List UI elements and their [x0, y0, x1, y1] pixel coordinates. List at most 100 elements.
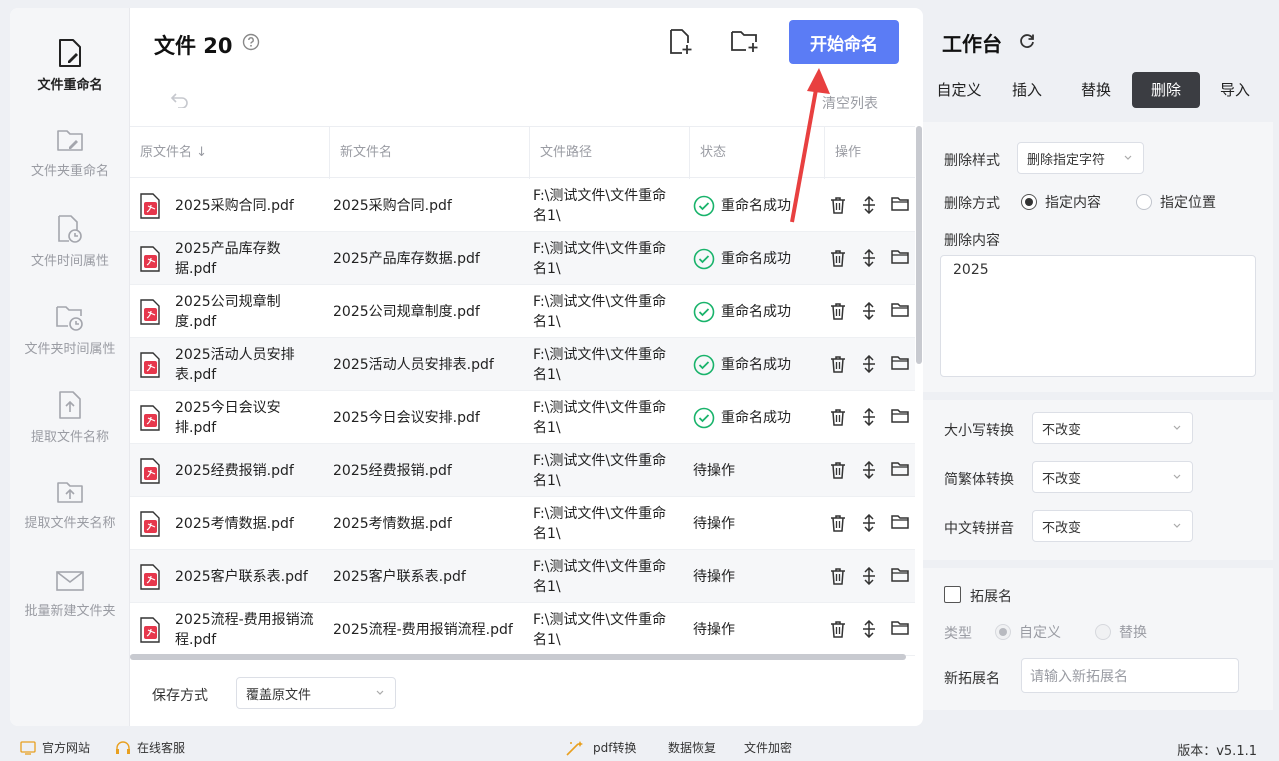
sidebar-item-extract-folder[interactable]: 提取文件夹名称 [10, 478, 130, 531]
open-folder-icon[interactable] [891, 620, 909, 640]
extension-checkbox[interactable] [944, 586, 961, 603]
delete-style-select[interactable]: 删除指定字符 [1017, 142, 1144, 174]
case-convert-value: 不改变 [1042, 422, 1082, 438]
tab-replace[interactable]: 替换 [1064, 72, 1128, 108]
table-row[interactable]: 2025客户联系表.pdf 2025客户联系表.pdf F:\测试文件\文件重命名1… [130, 550, 915, 603]
add-file-icon[interactable] [668, 28, 694, 56]
radio-type-custom[interactable]: 自定义 [995, 622, 1061, 642]
radio-label: 自定义 [1019, 625, 1061, 641]
open-folder-icon[interactable] [891, 514, 909, 534]
open-folder-icon[interactable] [891, 355, 909, 375]
delete-icon[interactable] [830, 620, 846, 642]
website-icon [20, 740, 36, 755]
move-icon[interactable] [861, 407, 877, 430]
add-folder-icon[interactable] [730, 28, 760, 54]
move-icon[interactable] [861, 195, 877, 218]
tab-delete[interactable]: 删除 [1132, 72, 1200, 108]
pdf-convert-link[interactable]: pdf转换 [565, 739, 636, 756]
refresh-icon[interactable] [1018, 32, 1036, 50]
chevron-down-icon [1124, 155, 1132, 160]
folder-time-icon [56, 306, 83, 331]
open-folder-icon[interactable] [891, 302, 909, 322]
extension-label: 拓展名 [970, 589, 1012, 605]
open-folder-icon[interactable] [891, 408, 909, 428]
move-icon[interactable] [861, 566, 877, 589]
sidebar-item-folder-rename[interactable]: 文件夹重命名 [10, 126, 130, 179]
website-link[interactable]: 官方网站 [20, 739, 90, 756]
open-folder-icon[interactable] [891, 461, 909, 481]
move-icon[interactable] [861, 301, 877, 324]
delete-icon[interactable] [830, 408, 846, 430]
new-filename: 2025公司规章制度.pdf [333, 303, 480, 320]
new-filename: 2025考情数据.pdf [333, 515, 452, 532]
pinyin-convert-select[interactable]: 不改变 [1032, 510, 1193, 542]
vertical-scrollbar[interactable] [916, 126, 922, 364]
original-filename: 2025考情数据.pdf [175, 515, 294, 532]
move-icon[interactable] [861, 354, 877, 377]
open-folder-icon[interactable] [891, 567, 909, 587]
data-recovery-link[interactable]: 数据恢复 [668, 739, 716, 756]
move-icon[interactable] [861, 513, 877, 536]
title-strip [0, 0, 1279, 8]
undo-icon[interactable] [170, 92, 190, 108]
file-encrypt-link[interactable]: 文件加密 [744, 739, 792, 756]
move-icon[interactable] [861, 248, 877, 271]
horizontal-scrollbar[interactable] [130, 654, 906, 660]
table-row[interactable]: 2025公司规章制度.pdf 2025公司规章制度.pdf F:\测试文件\文件重命… [130, 285, 915, 338]
new-filename: 2025今日会议安排.pdf [333, 409, 480, 426]
pdf-file-icon [140, 299, 160, 325]
radio-specified-content[interactable]: 指定内容 [1021, 192, 1101, 212]
sidebar-item-batch-folder[interactable]: 批量新建文件夹 [10, 568, 130, 619]
workspace-panel: 工作台 自定义 插入 替换 删除 导入 删除样式 删除指定字符 删除方式 指定内… [923, 8, 1279, 726]
table-row[interactable]: 2025考情数据.pdf 2025考情数据.pdf F:\测试文件\文件重命名1\ 待… [130, 497, 915, 550]
radio-label: 指定内容 [1045, 195, 1101, 211]
save-mode-select[interactable]: 覆盖原文件 [236, 677, 396, 709]
pdf-label: pdf转换 [593, 741, 637, 755]
original-filename: 2025流程-费用报销流程.pdf [175, 611, 314, 648]
table-row[interactable]: 2025流程-费用报销流程.pdf 2025流程-费用报销流程.pdf F:\测试文… [130, 603, 915, 656]
status-badge: 待操作 [693, 515, 735, 532]
help-icon[interactable] [242, 33, 260, 51]
tab-import[interactable]: 导入 [1203, 72, 1267, 108]
radio-type-replace[interactable]: 替换 [1095, 622, 1147, 642]
open-folder-icon[interactable] [891, 249, 909, 269]
start-rename-button[interactable]: 开始命名 [789, 20, 899, 64]
radio-specified-position[interactable]: 指定位置 [1136, 192, 1216, 212]
delete-icon[interactable] [830, 249, 846, 271]
table-row[interactable]: 2025产品库存数据.pdf 2025产品库存数据.pdf F:\测试文件\文件重命… [130, 232, 915, 285]
new-filename: 2025客户联系表.pdf [333, 568, 466, 585]
sidebar-item-folder-time[interactable]: 文件夹时间属性 [10, 302, 130, 357]
sidebar-item-file-rename[interactable]: 文件重命名 [10, 38, 130, 93]
delete-content-textarea[interactable]: 2025 [940, 255, 1256, 377]
delete-icon[interactable] [830, 567, 846, 589]
status-text: 重命名成功 [721, 409, 791, 426]
sidebar-item-file-time[interactable]: 文件时间属性 [10, 214, 130, 269]
delete-settings-section: 删除样式 删除指定字符 删除方式 指定内容 指定位置 删除内容 2025 [923, 122, 1273, 392]
delete-icon[interactable] [830, 355, 846, 377]
new-filename: 2025产品库存数据.pdf [333, 250, 480, 267]
column-header-original[interactable]: 原文件名 ↓ [130, 127, 330, 179]
sidebar-item-extract-file[interactable]: 提取文件名称 [10, 390, 130, 445]
check-circle-icon [693, 248, 715, 269]
table-row[interactable]: 2025活动人员安排表.pdf 2025活动人员安排表.pdf F:\测试文件\文件… [130, 338, 915, 391]
check-circle-icon [693, 301, 715, 322]
open-folder-icon[interactable] [891, 196, 909, 216]
tab-insert[interactable]: 插入 [995, 72, 1059, 108]
status-badge: 重命名成功 [693, 232, 823, 285]
chevron-down-icon [1173, 474, 1181, 479]
delete-icon[interactable] [830, 514, 846, 536]
new-extension-input[interactable] [1021, 658, 1239, 693]
delete-icon[interactable] [830, 302, 846, 324]
sidebar-item-label: 文件夹时间属性 [24, 342, 116, 357]
extension-section: 拓展名 类型 自定义 替换 新拓展名 [923, 568, 1273, 710]
delete-icon[interactable] [830, 461, 846, 483]
pdf-file-icon [140, 511, 160, 537]
customer-service-link[interactable]: 在线客服 [115, 739, 185, 756]
move-icon[interactable] [861, 619, 877, 642]
tab-custom[interactable]: 自定义 [927, 72, 991, 108]
case-convert-select[interactable]: 不改变 [1032, 412, 1193, 444]
move-icon[interactable] [861, 460, 877, 483]
table-row[interactable]: 2025今日会议安排.pdf 2025今日会议安排.pdf F:\测试文件\文件重命… [130, 391, 915, 444]
trad-convert-select[interactable]: 不改变 [1032, 461, 1193, 493]
table-row[interactable]: 2025经费报销.pdf 2025经费报销.pdf F:\测试文件\文件重命名1\ 待… [130, 444, 915, 497]
